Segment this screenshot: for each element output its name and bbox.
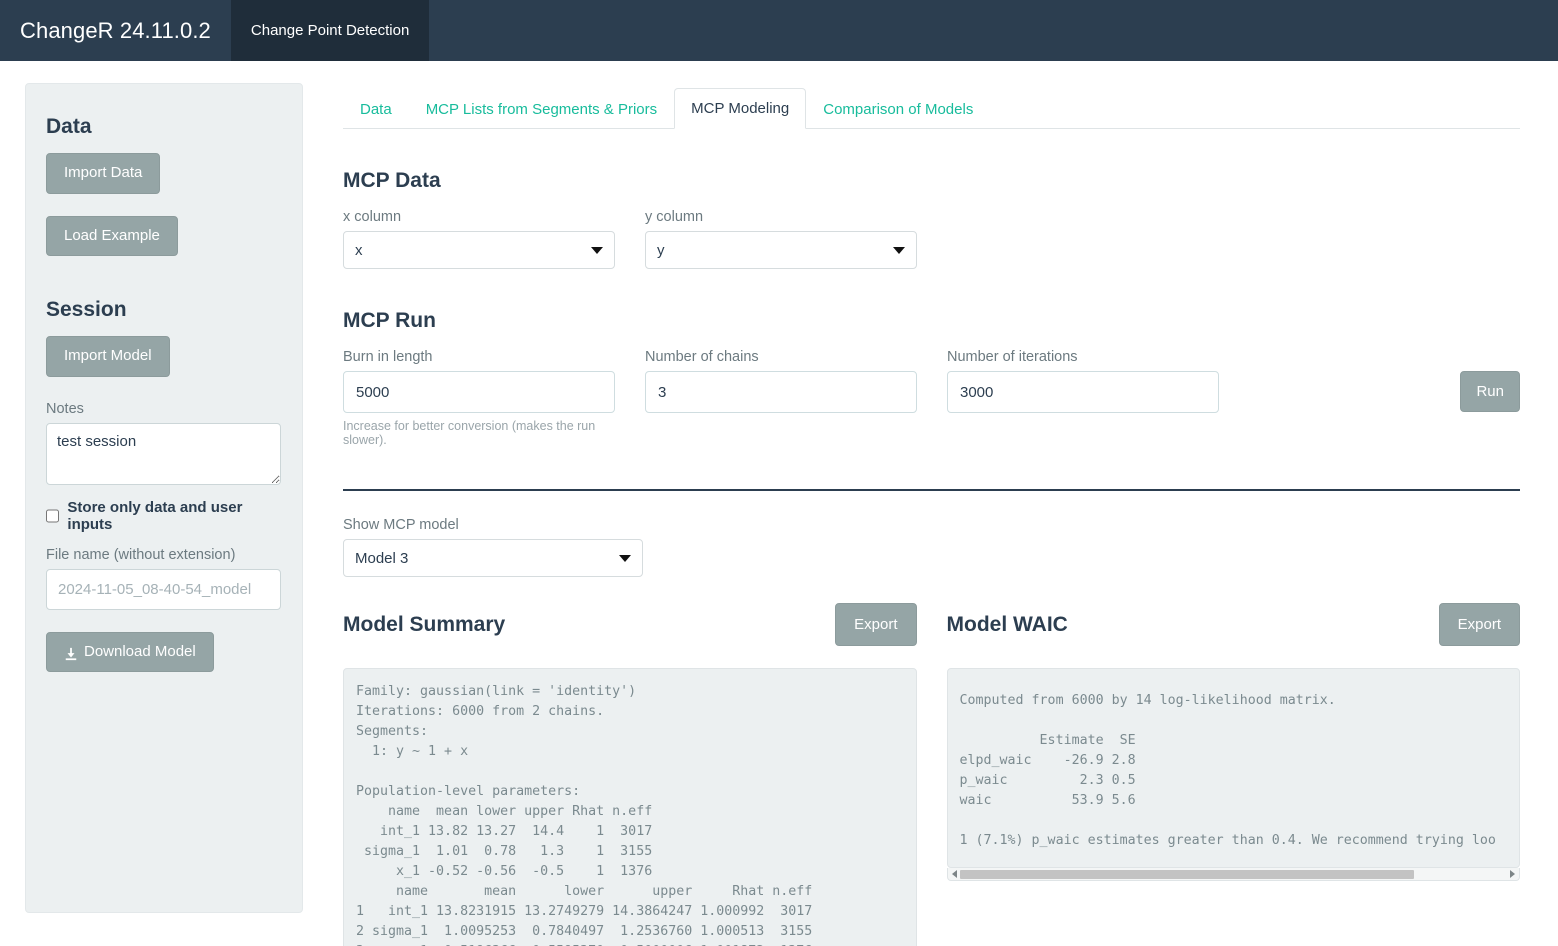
download-model-button[interactable]: Download Model bbox=[46, 631, 214, 672]
y-column-select[interactable]: y bbox=[645, 231, 917, 269]
download-model-wrap: Download Model bbox=[46, 631, 282, 672]
sidebar-heading-data: Data bbox=[46, 115, 92, 138]
show-model-value: Model 3 bbox=[355, 549, 409, 567]
model-waic-header: Model WAIC Export bbox=[946, 603, 1520, 646]
download-icon bbox=[64, 647, 78, 661]
sidebar-heading-session: Session bbox=[46, 298, 127, 321]
model-waic-output: Computed from 6000 by 14 log-likelihood … bbox=[946, 668, 1520, 868]
x-column-label: x column bbox=[343, 209, 402, 225]
app-brand[interactable]: ChangeR 24.11.0.2 bbox=[0, 0, 231, 61]
mcp-data-row: x column x y column y bbox=[343, 209, 1520, 269]
page-body: Data Import Data Load Example Session Im… bbox=[0, 61, 1558, 946]
iterations-label: Number of iterations bbox=[947, 349, 1078, 365]
chains-input[interactable] bbox=[645, 371, 917, 413]
x-column-value: x bbox=[355, 241, 363, 259]
tab-data[interactable]: Data bbox=[343, 89, 409, 129]
model-summary-export-button[interactable]: Export bbox=[835, 603, 917, 646]
burn-in-input[interactable] bbox=[343, 371, 615, 413]
x-column-group: x column x bbox=[343, 209, 615, 269]
burn-in-label: Burn in length bbox=[343, 349, 433, 365]
model-summary-output: Family: gaussian(link = 'identity') Iter… bbox=[343, 668, 917, 946]
store-only-checkbox[interactable] bbox=[46, 508, 60, 523]
model-waic-panel: Model WAIC Export Computed from 6000 by … bbox=[946, 603, 1520, 946]
show-model-group: Show MCP model Model 3 bbox=[343, 517, 643, 577]
filename-group: File name (without extension) bbox=[46, 547, 282, 610]
show-model-label: Show MCP model bbox=[343, 517, 459, 533]
model-summary-title: Model Summary bbox=[343, 612, 506, 636]
model-waic-horizontal-scrollbar[interactable] bbox=[946, 868, 1520, 881]
filename-label: File name (without extension) bbox=[46, 546, 236, 563]
x-column-select[interactable]: x bbox=[343, 231, 615, 269]
store-only-row[interactable]: Store only data and user inputs bbox=[46, 499, 282, 533]
navbar: ChangeR 24.11.0.2 Change Point Detection bbox=[0, 0, 1558, 61]
iterations-group: Number of iterations bbox=[947, 349, 1219, 413]
model-summary-header: Model Summary Export bbox=[343, 603, 917, 646]
main-content: Data MCP Lists from Segments & Priors MC… bbox=[303, 83, 1558, 946]
notes-group: Notes test session bbox=[46, 401, 282, 485]
burn-in-group: Burn in length Increase for better conve… bbox=[343, 349, 615, 447]
y-column-group: y column y bbox=[645, 209, 917, 269]
notes-textarea[interactable]: test session bbox=[46, 422, 281, 485]
filename-input[interactable] bbox=[46, 568, 281, 610]
scroll-left-arrow-icon[interactable] bbox=[951, 870, 957, 878]
show-model-select[interactable]: Model 3 bbox=[343, 539, 643, 577]
chevron-down-icon bbox=[591, 247, 603, 254]
tab-bar: Data MCP Lists from Segments & Priors MC… bbox=[343, 83, 1520, 129]
section-heading-mcp-run: MCP Run bbox=[343, 309, 436, 332]
model-waic-export-button[interactable]: Export bbox=[1438, 603, 1520, 646]
tab-comparison-of-models[interactable]: Comparison of Models bbox=[806, 89, 990, 129]
iterations-input[interactable] bbox=[947, 371, 1219, 413]
section-heading-mcp-data: MCP Data bbox=[343, 169, 441, 192]
chevron-down-icon bbox=[893, 247, 905, 254]
run-button[interactable]: Run bbox=[1460, 371, 1520, 412]
navbar-tab-change-point-detection[interactable]: Change Point Detection bbox=[230, 0, 430, 61]
model-summary-panel: Model Summary Export Family: gaussian(li… bbox=[343, 603, 917, 946]
load-example-button[interactable]: Load Example bbox=[46, 215, 178, 256]
import-data-button[interactable]: Import Data bbox=[46, 153, 161, 194]
model-waic-title: Model WAIC bbox=[946, 612, 1068, 636]
notes-label: Notes bbox=[46, 400, 84, 417]
burn-in-help-text: Increase for better conversion (makes th… bbox=[343, 419, 596, 447]
chains-group: Number of chains bbox=[645, 349, 917, 413]
tab-mcp-lists-from-segments-priors[interactable]: MCP Lists from Segments & Priors bbox=[409, 89, 674, 129]
tab-mcp-modeling[interactable]: MCP Modeling bbox=[674, 88, 807, 129]
store-only-label[interactable]: Store only data and user inputs bbox=[67, 499, 282, 533]
chevron-down-icon bbox=[619, 555, 631, 562]
y-column-label: y column bbox=[645, 209, 704, 225]
y-column-value: y bbox=[657, 241, 665, 259]
scrollbar-thumb[interactable] bbox=[959, 869, 1414, 879]
section-divider bbox=[343, 489, 1520, 491]
sidebar: Data Import Data Load Example Session Im… bbox=[25, 83, 303, 913]
chains-label: Number of chains bbox=[645, 349, 759, 365]
mcp-run-row: Burn in length Increase for better conve… bbox=[343, 349, 1520, 447]
run-button-wrap: Run bbox=[1460, 349, 1520, 412]
download-model-label: Download Model bbox=[84, 642, 196, 660]
import-model-button[interactable]: Import Model bbox=[46, 336, 170, 377]
results-panels: Model Summary Export Family: gaussian(li… bbox=[343, 603, 1520, 946]
scroll-right-arrow-icon[interactable] bbox=[1510, 870, 1515, 878]
